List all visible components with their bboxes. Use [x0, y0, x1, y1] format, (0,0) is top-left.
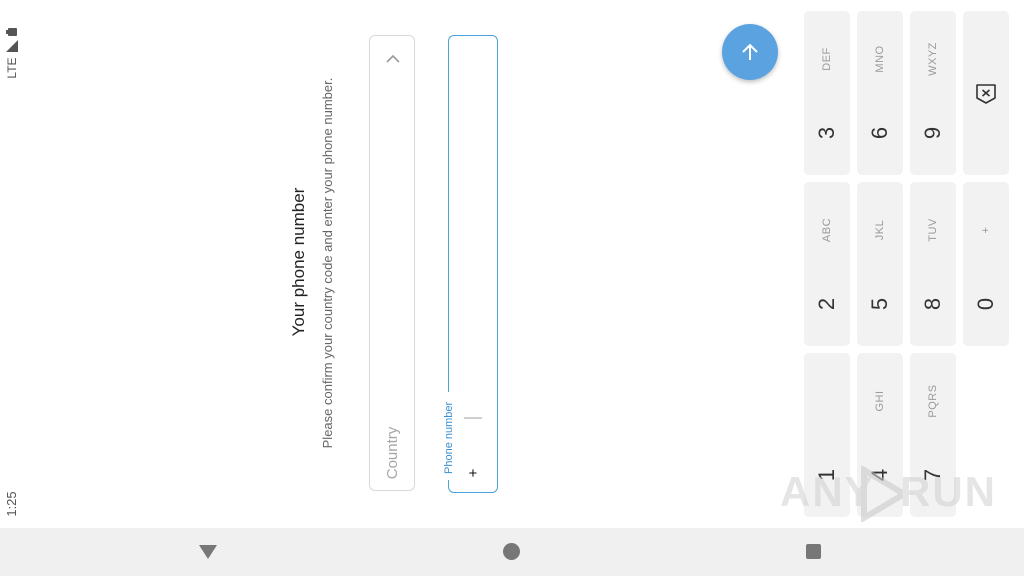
key-digit: 8	[920, 297, 945, 311]
battery-icon	[6, 28, 17, 36]
key-6[interactable]: 6 MNO	[857, 11, 903, 175]
key-9[interactable]: 9 WXYZ	[910, 11, 956, 175]
anyrun-watermark: ANY RUN	[780, 462, 995, 526]
key-letters: WXYZ	[927, 42, 939, 76]
key-letters: DEF	[821, 47, 833, 71]
back-triangle-icon[interactable]	[198, 544, 218, 560]
network-type: LTE	[5, 57, 19, 79]
backspace-key[interactable]	[963, 11, 1009, 175]
key-2[interactable]: 2 ABC	[804, 182, 850, 346]
country-placeholder: Country	[384, 426, 401, 480]
key-digit: 2	[814, 297, 839, 311]
next-button[interactable]	[722, 24, 778, 80]
key-letters: JKL	[874, 219, 886, 241]
phone-number-label: Phone number	[443, 401, 455, 474]
key-letters: PQRS	[927, 384, 939, 418]
key-letters	[821, 371, 833, 431]
backspace-icon	[976, 84, 996, 104]
key-letters: +	[980, 226, 992, 234]
recent-square-icon[interactable]	[806, 544, 821, 559]
text-caret	[464, 417, 482, 419]
key-3[interactable]: 3 DEF	[804, 11, 850, 175]
key-digit: 0	[973, 297, 998, 311]
key-letters: MNO	[874, 45, 886, 73]
page-title: Your phone number	[289, 187, 308, 337]
page-subtitle: Please confirm your country code and ent…	[320, 77, 335, 449]
key-0[interactable]: 0 +	[963, 182, 1009, 346]
key-5[interactable]: 5 JKL	[857, 182, 903, 346]
status-time: 1:25	[4, 491, 19, 517]
key-digit: 9	[920, 126, 945, 140]
signal-icon	[6, 40, 18, 52]
key-digit: 3	[814, 126, 839, 140]
key-letters: GHI	[874, 390, 886, 412]
key-digit: 6	[867, 126, 892, 140]
home-circle-icon[interactable]	[503, 543, 520, 560]
arrow-up-icon	[742, 43, 758, 60]
key-letters: TUV	[927, 218, 939, 242]
chevron-up-icon	[386, 54, 400, 63]
key-digit: 5	[867, 297, 892, 311]
phone-prefix: +	[465, 468, 482, 478]
key-letters: ABC	[821, 217, 833, 243]
key-8[interactable]: 8 TUV	[910, 182, 956, 346]
